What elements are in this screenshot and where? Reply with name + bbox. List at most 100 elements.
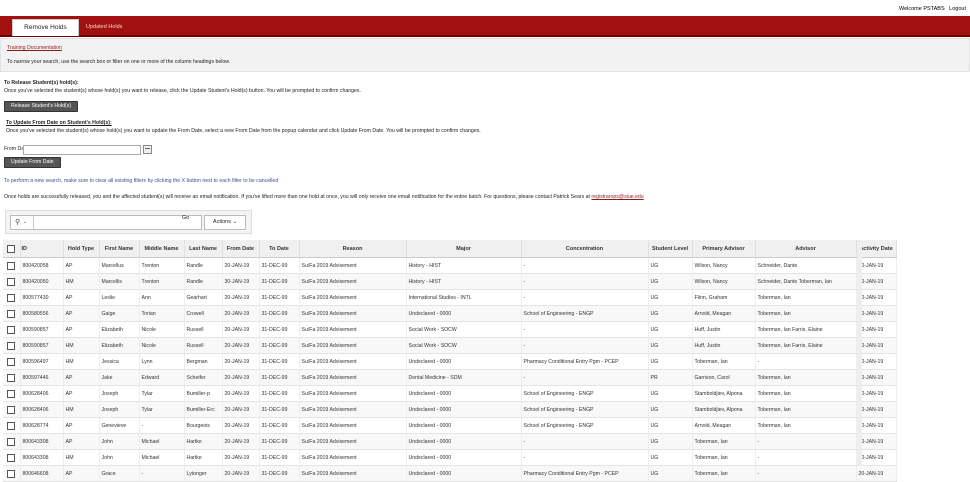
email-link[interactable]: registrarops@siue.edu <box>591 194 643 200</box>
table-cell: Gaige <box>99 305 140 322</box>
column-header[interactable]: From Date <box>222 240 260 258</box>
table-cell: 30-JAN-19 <box>856 273 897 290</box>
table-cell: Toberman, Ian <box>755 289 857 306</box>
row-select-cell[interactable] <box>3 353 21 370</box>
chevron-down-icon[interactable]: ⌄ <box>23 219 27 225</box>
table-cell: Russell <box>184 337 223 354</box>
table-row[interactable]: 800597446 AP Jake Edward Scheifer 20-JAN-19 31… <box>3 369 897 386</box>
column-header[interactable]: Concentration <box>521 240 649 258</box>
table-cell: - <box>755 449 857 466</box>
row-checkbox[interactable] <box>7 421 16 430</box>
column-header[interactable]: Major <box>406 240 522 258</box>
table-scrollbar[interactable] <box>857 240 862 466</box>
table-cell: 800596497 <box>20 353 64 370</box>
row-checkbox[interactable] <box>7 325 16 334</box>
row-select-cell[interactable] <box>3 465 21 482</box>
column-header[interactable]: To Date <box>259 240 300 258</box>
actions-menu-button[interactable]: Actions ⌄ <box>204 215 246 230</box>
row-select-cell[interactable] <box>3 449 21 466</box>
column-header[interactable]: Reason <box>299 240 407 258</box>
table-cell: Undeclared - 0000 <box>406 353 522 370</box>
release-holds-button[interactable]: Release Student's Hold(s) <box>4 101 79 112</box>
row-checkbox[interactable] <box>7 357 16 366</box>
row-checkbox[interactable] <box>7 293 16 302</box>
table-row[interactable]: 800590857 AP Elizabeth Nicole Russell 20-JAN-… <box>3 321 897 338</box>
row-checkbox[interactable] <box>7 437 16 446</box>
column-header[interactable]: Student Level <box>648 240 693 258</box>
table-cell: AP <box>63 257 100 274</box>
filters-note: To perform a new search, make sure to cl… <box>4 178 279 184</box>
row-checkbox[interactable] <box>7 277 16 286</box>
row-checkbox[interactable] <box>7 405 16 414</box>
row-checkbox[interactable] <box>7 309 16 318</box>
table-cell: Su/Fa 2019 Advisement <box>299 289 407 306</box>
row-select-cell[interactable] <box>3 401 21 418</box>
row-select-cell[interactable] <box>3 385 21 402</box>
column-header[interactable]: ID <box>20 240 64 258</box>
release-heading: To Release Student(s) hold(s): <box>4 80 79 86</box>
training-documentation-link[interactable]: Training Documentation <box>7 45 62 51</box>
row-select-cell[interactable] <box>3 289 21 306</box>
table-row[interactable]: 800420050 HM Marcellis Trenton Randle 30-JAN-… <box>3 273 897 290</box>
table-cell: 31-DEC-99 <box>259 449 300 466</box>
calendar-icon[interactable] <box>143 145 152 154</box>
table-cell: Nicole <box>139 321 185 338</box>
table-cell: 20-JAN-19 <box>222 433 260 450</box>
table-row[interactable]: 800643308 HM John Michael Hartke 20-JAN-19 31-… <box>3 449 897 466</box>
column-header[interactable]: Hold Type <box>63 240 100 258</box>
table-cell: 20-JAN-19 <box>222 449 260 466</box>
row-checkbox[interactable] <box>7 453 16 462</box>
table-row[interactable]: 800590857 HM Elizabeth Nicole Russell 20-JAN-… <box>3 337 897 354</box>
row-checkbox[interactable] <box>7 389 16 398</box>
row-select-cell[interactable] <box>3 305 21 322</box>
table-row[interactable]: 800628406 HM Joseph Tylar Bumiller-Erc 20-JAN… <box>3 401 897 418</box>
table-cell: 31-DEC-99 <box>259 257 300 274</box>
table-cell: Pharmacy Conditional Entry Pgm - PCEP <box>521 465 649 482</box>
column-header[interactable]: Last Name <box>184 240 223 258</box>
select-all-checkbox[interactable] <box>7 244 16 253</box>
tab-updated-holds[interactable]: Updated Holds <box>76 19 132 35</box>
column-header[interactable]: Middle Name <box>139 240 185 258</box>
table-row[interactable]: 800420058 AP Marcellus Trenton Randle 20-JAN-… <box>3 257 897 274</box>
row-checkbox[interactable] <box>7 373 16 382</box>
column-header[interactable]: Primary Advisor <box>692 240 756 258</box>
row-select-cell[interactable] <box>3 433 21 450</box>
row-select-cell[interactable] <box>3 273 21 290</box>
table-row[interactable]: 800580556 AP Gaige Torian Crowell 20-JAN-19 31… <box>3 305 897 322</box>
table-cell: 800628406 <box>20 385 64 402</box>
column-header[interactable]: Advisor <box>755 240 857 258</box>
table-row[interactable]: 800577430 AP Leslie Ann Gearhart 20-JAN-19 31-… <box>3 289 897 306</box>
table-row[interactable]: 800628406 AP Joseph Tylar Bumiller-p 20-JAN-1… <box>3 385 897 402</box>
table-row[interactable]: 800643308 AP John Michael Hartke 20-JAN-19 31-… <box>3 433 897 450</box>
search-input[interactable]: ⚲ ⌄ <box>10 215 202 230</box>
row-select-cell[interactable] <box>3 369 21 386</box>
update-from-date-button[interactable]: Update From Date <box>4 157 61 168</box>
column-header[interactable]: First Name <box>99 240 140 258</box>
row-checkbox[interactable] <box>7 341 16 350</box>
table-cell: 800590857 <box>20 321 64 338</box>
row-select-cell[interactable] <box>3 417 21 434</box>
select-all-header[interactable] <box>3 240 21 258</box>
logout-link[interactable]: Logout <box>949 6 966 12</box>
table-cell: 20-JAN-19 <box>856 257 897 274</box>
table-cell: Crowell <box>184 305 223 322</box>
row-checkbox[interactable] <box>7 261 16 270</box>
table-row[interactable]: 800646608 AP Grace - Lytonger 20-JAN-19 31-DEC… <box>3 465 897 482</box>
row-select-cell[interactable] <box>3 257 21 274</box>
go-button[interactable]: Go <box>182 215 189 221</box>
column-header[interactable]: Activity Date <box>856 240 897 258</box>
table-cell: Toberman, Ian <box>755 385 857 402</box>
table-row[interactable]: 800628774 AP Genevieve - Bourgeois 20-JAN-19 3… <box>3 417 897 434</box>
row-select-cell[interactable] <box>3 321 21 338</box>
table-cell: 20-JAN-19 <box>222 401 260 418</box>
table-cell: UG <box>648 289 693 306</box>
table-cell: Grace <box>99 465 140 482</box>
search-icon[interactable]: ⚲ <box>15 218 20 226</box>
table-cell: AP <box>63 305 100 322</box>
tab-remove-holds[interactable]: Remove Holds <box>12 19 79 36</box>
row-checkbox[interactable] <box>7 469 16 478</box>
table-row[interactable]: 800596497 HM Jessica Lynn Bergman 20-JAN-19 31… <box>3 353 897 370</box>
from-date-input[interactable] <box>23 145 141 155</box>
table-cell: UG <box>648 257 693 274</box>
row-select-cell[interactable] <box>3 337 21 354</box>
